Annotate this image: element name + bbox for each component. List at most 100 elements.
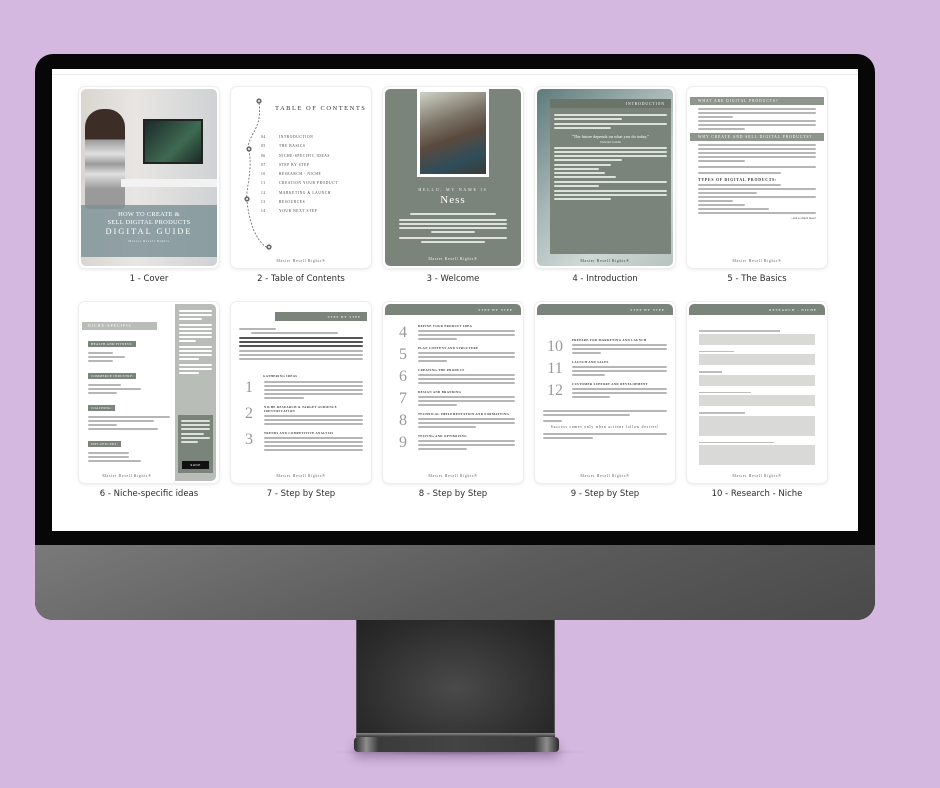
basics-heading-what: WHAT ARE DIGITAL PRODUCTS? — [690, 97, 824, 105]
page-thumbnail-welcome[interactable]: HELLO, MY NAME IS Ness Master Resell Rig… — [383, 87, 523, 284]
step-title: TECHNICAL IMPLEMENTATION AND FORMATTING — [418, 412, 510, 416]
shop-button[interactable]: SHOP — [182, 461, 209, 469]
page-thumbnail-step-by-step-1[interactable]: STEP BY STEP GATHERING IDEAS 1 2 NICHE R… — [231, 302, 371, 499]
monitor-stand-neck — [356, 619, 555, 734]
basics-subheading-types: TYPES OF DIGITAL PRODUCTS: — [698, 178, 778, 182]
step-number: 2 — [245, 405, 253, 422]
step-list: 4 DEFINE YOUR PRODUCT IDEA 5 PLAN CONTENT … — [393, 324, 515, 456]
page-thumbnail-cover[interactable]: HOW TO CREATE & SELL DIGITAL PRODUCTS DI… — [79, 87, 219, 284]
research-form — [699, 324, 815, 465]
step-subheading: NICHE RESEARCH & TARGET AUDIENCE IDENTIF… — [264, 405, 337, 413]
thumbnail-frame: WHAT ARE DIGITAL PRODUCTS? WHY CREATE AN… — [687, 87, 827, 268]
thumbnail-frame: INTRODUCTION "The future depends on what… — [535, 87, 675, 268]
page-thumbnail-table-of-contents[interactable]: TABLE OF CONTENTS 04 INTRODUCTION 05 THE B… — [231, 87, 371, 284]
page-thumbnail-niche-specific-ideas[interactable]: NICHE-SPECIFIC HEALTH AND FITNESS: COMME… — [79, 302, 219, 499]
answer-box[interactable] — [699, 415, 815, 436]
research-header: RESEARCH - NICHE — [689, 304, 825, 315]
intro-body: "The future depends on what you do today… — [554, 112, 667, 202]
page-footer: Master Resell Rights® — [732, 473, 782, 478]
step-title: LAUNCH AND SALES — [572, 360, 609, 364]
page-caption: 9 - Step by Step — [570, 489, 640, 499]
answer-box[interactable] — [699, 354, 815, 365]
toc-label: CREATION YOUR PRODUCT — [279, 181, 338, 186]
page-thumbnail-step-by-step-2[interactable]: STEP BY STEP 4 DEFINE YOUR PRODUCT IDEA 5… — [383, 302, 523, 499]
thumbnail-frame: TABLE OF CONTENTS 04 INTRODUCTION 05 THE B… — [231, 87, 371, 268]
product-mockup: HOW TO CREATE & SELL DIGITAL PRODUCTS DI… — [0, 0, 940, 788]
step-subheading: GATHERING IDEAS — [263, 374, 298, 378]
step-number: 5 — [399, 346, 407, 363]
answer-box[interactable] — [699, 445, 815, 465]
page-thumbnail-introduction[interactable]: INTRODUCTION "The future depends on what… — [535, 87, 675, 284]
step-number: 11 — [547, 360, 563, 377]
toc-entry[interactable]: 06 NICHE-SPECIFIC IDEAS — [261, 152, 338, 161]
toc-list: 04 INTRODUCTION 05 THE BASICS 06 NICHE-SPEC… — [261, 133, 338, 217]
welcome-body-text — [399, 211, 507, 245]
niche-lists: HEALTH AND FITNESS: COMMERCE INDUSTRY: C… — [88, 332, 170, 464]
page-footer: Master Resell Rights® — [276, 473, 326, 478]
page-caption: 6 - Niche-specific ideas — [99, 489, 199, 499]
step-number: 3 — [245, 431, 253, 448]
step-intro-text — [239, 326, 363, 362]
step-list: GATHERING IDEAS 1 2 NICHE RESEARCH & TAR… — [239, 374, 363, 457]
monitor-chin — [35, 545, 875, 620]
basics-heading-why: WHY CREATE AND SELL DIGITAL PRODUCTS? — [690, 133, 824, 141]
niche-tag: HEALTH AND FITNESS: — [88, 341, 136, 347]
thumbnail-frame: HELLO, MY NAME IS Ness Master Resell Rig… — [383, 87, 523, 268]
basics-closing: ...and so much more! — [790, 216, 816, 220]
thumbnail-frame: NICHE-SPECIFIC HEALTH AND FITNESS: COMME… — [79, 302, 219, 483]
step-title: TESTING AND OPTIMIZING — [418, 434, 467, 438]
page-caption: 4 - Introduction — [572, 274, 638, 284]
toc-page-number: 11 — [261, 181, 266, 186]
intro-quote: "The future depends on what you do today… — [571, 134, 650, 139]
toc-label: STEP BY STEP — [279, 162, 310, 167]
step-number: 6 — [399, 368, 407, 385]
toc-entry[interactable]: 05 THE BASICS — [261, 142, 338, 151]
toc-entry[interactable]: 04 INTRODUCTION — [261, 133, 338, 142]
toc-entry[interactable]: 11 CREATION YOUR PRODUCT — [261, 179, 338, 188]
toc-page-number: 12 — [261, 190, 266, 195]
question-label — [699, 412, 746, 414]
toc-entry[interactable]: 10 RESEARCH - NICHE — [261, 170, 338, 179]
page-caption: 2 - Table of Contents — [257, 274, 345, 284]
toc-page-number: 14 — [261, 209, 266, 214]
welcome-name: Ness — [440, 194, 466, 206]
page-caption: 7 - Step by Step — [266, 489, 336, 499]
welcome-page: HELLO, MY NAME IS Ness Master Resell Rig… — [385, 89, 521, 266]
step-number: 1 — [245, 379, 253, 396]
answer-box[interactable] — [699, 374, 815, 386]
page-thumbnail-research-niche[interactable]: RESEARCH - NICHE Master Resell Rights® 1… — [687, 302, 827, 499]
toc-page-number: 06 — [261, 153, 266, 158]
toc-entry[interactable]: 12 MARKETING & LAUNCH — [261, 189, 338, 198]
cover-title-line2: SELL DIGITAL PRODUCTS — [107, 219, 191, 226]
question-label — [699, 330, 781, 332]
toc-page-number: 07 — [261, 162, 266, 167]
toc-entry[interactable]: 13 RESOURCES — [261, 198, 338, 207]
page-grid: HOW TO CREATE & SELL DIGITAL PRODUCTS DI… — [79, 87, 827, 499]
cover-photo-monitor — [143, 119, 203, 164]
toc-label: THE BASICS — [279, 144, 306, 149]
toc-entry[interactable]: 07 STEP BY STEP — [261, 161, 338, 170]
step-title: CUSTOMER SUPPORT AND DEVELOPMENT — [572, 382, 649, 386]
page-caption: 8 - Step by Step — [418, 489, 488, 499]
answer-box[interactable] — [699, 333, 815, 345]
page-footer: Master Resell Rights® — [428, 473, 478, 478]
step-title: DEFINE YOUR PRODUCT IDEA — [418, 324, 473, 328]
step-number: 4 — [399, 324, 407, 341]
question-label — [699, 441, 775, 443]
toc-page-number: 05 — [261, 144, 266, 149]
question-label — [699, 350, 734, 352]
toc-page-number: 13 — [261, 200, 266, 205]
toc-entry[interactable]: 14 YOUR NEXT STEP — [261, 207, 338, 216]
step-number: 8 — [399, 412, 407, 429]
page-thumbnail-the-basics[interactable]: WHAT ARE DIGITAL PRODUCTS? WHY CREATE AN… — [687, 87, 827, 284]
monitor: HOW TO CREATE & SELL DIGITAL PRODUCTS DI… — [35, 54, 875, 620]
step-motto: Success comes only when actions follow d… — [550, 425, 660, 429]
answer-box[interactable] — [699, 395, 815, 406]
thumbnail-frame: STEP BY STEP GATHERING IDEAS 1 2 NICHE R… — [231, 302, 371, 483]
screen-top-bar — [52, 69, 858, 75]
page-footer: Master Resell Rights® — [428, 256, 478, 261]
step-list: 10 PREPARE FOR MARKETING AND LAUNCH 11 LAU… — [543, 338, 667, 441]
step-header: STEP BY STEP — [275, 312, 367, 321]
cover-title-band: HOW TO CREATE & SELL DIGITAL PRODUCTS DI… — [81, 205, 217, 257]
page-thumbnail-step-by-step-3[interactable]: STEP BY STEP 10 PREPARE FOR MARKETING AND… — [535, 302, 675, 499]
